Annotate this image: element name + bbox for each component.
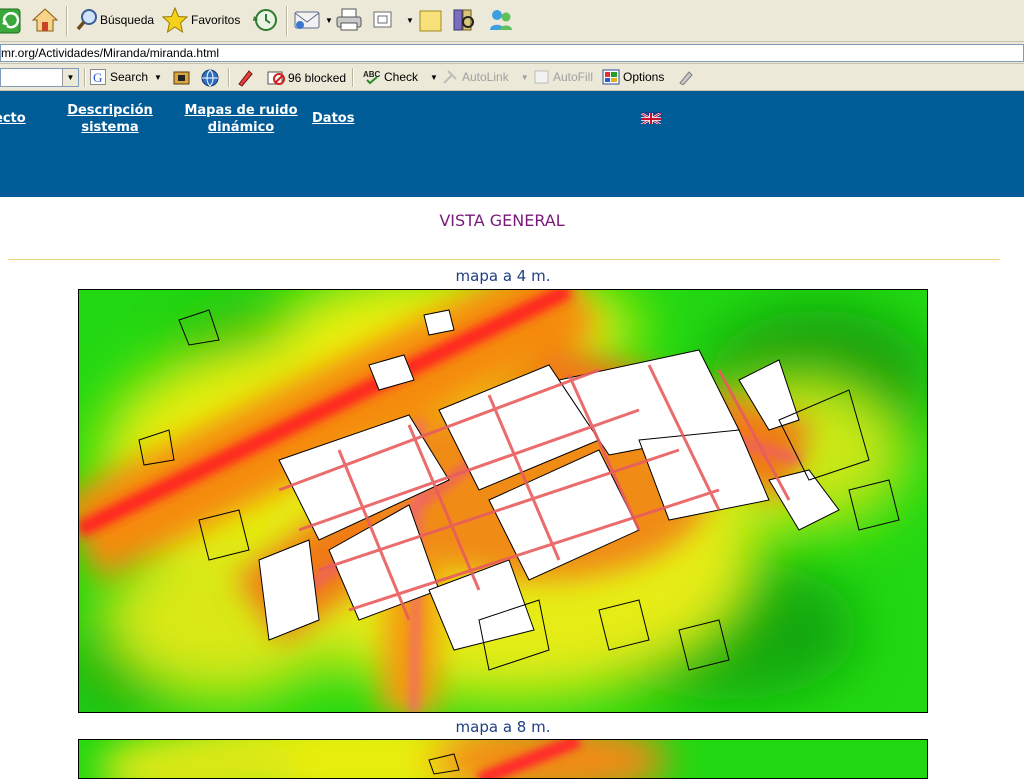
options-label: Options: [623, 70, 665, 84]
history-button[interactable]: [252, 8, 280, 32]
chevron-down-icon: ▼: [406, 15, 414, 25]
messenger-button[interactable]: [488, 8, 514, 32]
english-flag-icon[interactable]: [641, 112, 661, 124]
toolbar-separator: [352, 68, 354, 87]
spell-check-button[interactable]: ABC Check ▼: [363, 69, 438, 85]
autolink-label: AutoLink: [462, 70, 509, 84]
nav-mapas-line1: Mapas de ruido: [184, 103, 298, 118]
nav-descripcion-link[interactable]: Descripción sistema: [64, 102, 156, 136]
edit-button[interactable]: ▼: [372, 10, 414, 30]
star-icon: [162, 7, 188, 33]
pagerank-button[interactable]: [173, 70, 190, 85]
svg-text:ABC: ABC: [363, 70, 381, 79]
page-info-button[interactable]: [201, 69, 219, 87]
history-icon: [253, 9, 277, 31]
nav-descripcion-line1: Descripción: [67, 103, 153, 118]
highlight-button[interactable]: [236, 69, 254, 87]
divider: [8, 259, 1000, 260]
print-button[interactable]: [336, 8, 362, 32]
home-button[interactable]: [32, 7, 58, 33]
search-button[interactable]: Búsqueda: [76, 8, 154, 32]
research-icon: [453, 9, 474, 31]
home-icon: [32, 8, 58, 32]
pencil-icon: [679, 71, 693, 85]
check-label: Check: [384, 70, 419, 84]
autofill-icon: [534, 70, 549, 84]
autolink-icon: [443, 70, 457, 84]
nav-descripcion-line2: sistema: [81, 120, 139, 135]
mail-button[interactable]: ▼: [294, 9, 333, 31]
google-search-button[interactable]: G Search ▼: [90, 69, 162, 85]
google-g-icon: G: [90, 69, 106, 85]
nav-proyecto-link[interactable]: ecto: [0, 110, 26, 127]
toolbar-separator: [286, 6, 288, 36]
standard-toolbar: Búsqueda Favoritos ▼ ▼: [0, 0, 1024, 42]
chevron-down-icon: ▼: [154, 72, 162, 82]
toolbar-separator: [228, 68, 230, 87]
chevron-down-icon: ▼: [325, 15, 333, 25]
favorites-button[interactable]: Favoritos: [162, 7, 240, 33]
chevron-down-icon: ▼: [430, 72, 438, 82]
svg-text:G: G: [93, 70, 102, 85]
favorites-label: Favoritos: [191, 13, 241, 27]
map-8m-caption: mapa a 8 m.: [455, 718, 551, 736]
toolbar-separator: [66, 6, 68, 36]
address-input[interactable]: mr.org/Actividades/Miranda/miranda.html: [0, 44, 1024, 62]
globe-icon: [201, 69, 219, 87]
chevron-down-icon: ▼: [520, 72, 529, 82]
popup-blocker-button[interactable]: 96 blocked: [267, 69, 346, 86]
chevron-down-icon[interactable]: ▼: [62, 69, 78, 86]
mail-icon: [294, 11, 320, 29]
options-button[interactable]: Options: [602, 69, 664, 85]
search-icon: [76, 9, 97, 31]
spellcheck-icon: ABC: [363, 70, 381, 85]
nav-mapas-line2: dinámico: [207, 120, 275, 135]
options-icon: [602, 69, 620, 85]
refresh-button[interactable]: [0, 8, 22, 34]
autofill-label: AutoFill: [553, 70, 594, 84]
toolbar-separator: [84, 68, 86, 87]
news-icon: [173, 71, 190, 85]
google-toolbar: ▼ G Search ▼ 96 blocked ABC Check ▼ Auto…: [0, 64, 1024, 91]
map-4m-caption: mapa a 4 m.: [455, 267, 551, 285]
discuss-button[interactable]: [418, 9, 444, 33]
autofill-button[interactable]: AutoFill: [533, 69, 593, 85]
search-label: Búsqueda: [100, 13, 155, 27]
noise-map-4m-image: [78, 289, 928, 713]
research-button[interactable]: [451, 7, 477, 33]
refresh-icon: [0, 8, 21, 34]
nav-mapas-link[interactable]: Mapas de ruido dinámico: [180, 102, 302, 136]
highlight-icon: [238, 70, 253, 87]
pencil-button[interactable]: [677, 69, 695, 85]
google-search-label: Search: [110, 70, 149, 84]
address-bar: mr.org/Actividades/Miranda/miranda.html: [0, 42, 1024, 64]
page-title: VISTA GENERAL: [439, 211, 565, 230]
nav-datos-link[interactable]: Datos: [312, 110, 354, 127]
blocked-count-label: 96 blocked: [288, 70, 347, 85]
popup-blocked-icon: [267, 71, 285, 85]
google-search-box[interactable]: ▼: [0, 68, 79, 87]
edit-page-icon: [373, 11, 392, 28]
autolink-button[interactable]: AutoLink ▼: [442, 69, 529, 85]
noise-map-8m-image: [78, 739, 928, 779]
note-icon: [419, 10, 442, 32]
messenger-icon: [490, 10, 512, 30]
printer-icon: [336, 8, 362, 31]
